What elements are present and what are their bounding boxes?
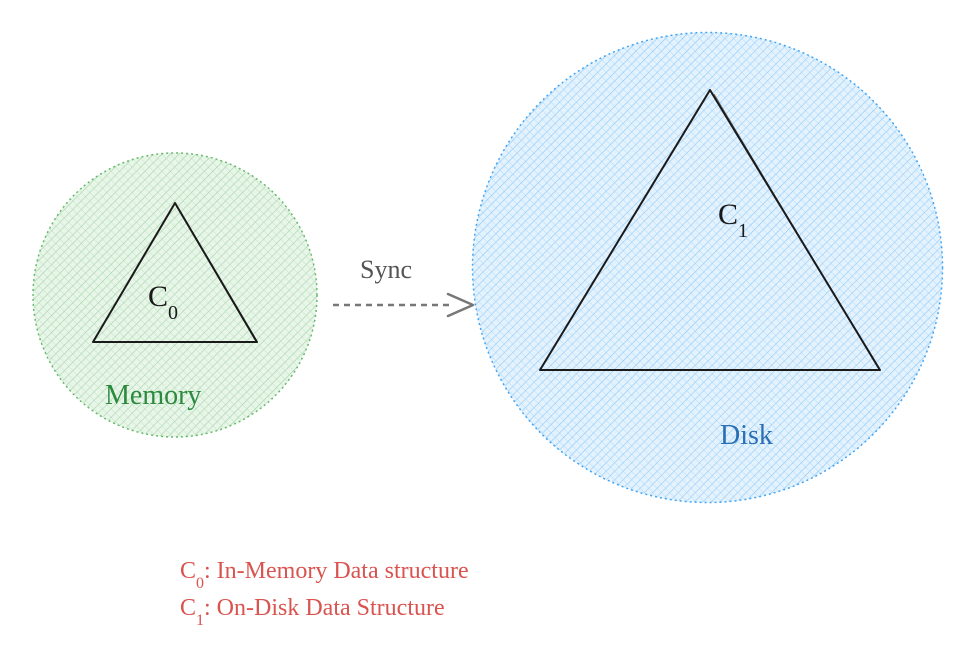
memory-label: Memory [105, 380, 201, 412]
legend-c1-desc: : On-Disk Data Structure [204, 595, 445, 621]
sync-label: Sync [360, 255, 412, 285]
legend-c1-sub: 1 [196, 612, 204, 629]
legend-c1: C1: On-Disk Data Structure [180, 591, 469, 628]
c0-prefix: C [148, 280, 168, 313]
legend-c0-prefix: C [180, 558, 196, 584]
disk-label: Disk [720, 420, 773, 452]
c0-triangle-label: C0 [148, 280, 178, 319]
c1-triangle-label: C1 [718, 198, 748, 237]
diagram-container: C0 C1 Memory Disk Sync C0: In-Memory Dat… [0, 0, 974, 652]
triangle-c1 [530, 80, 890, 380]
c1-prefix: C [718, 198, 738, 231]
legend: C0: In-Memory Data structure C1: On-Disk… [180, 554, 469, 628]
legend-c0-sub: 0 [196, 575, 204, 592]
sync-arrow [328, 290, 478, 320]
legend-c1-prefix: C [180, 595, 196, 621]
c0-subscript: 0 [168, 302, 178, 324]
legend-c0-desc: : In-Memory Data structure [204, 558, 469, 584]
c1-subscript: 1 [738, 220, 748, 242]
triangle-c0 [85, 195, 265, 350]
legend-c0: C0: In-Memory Data structure [180, 554, 469, 591]
